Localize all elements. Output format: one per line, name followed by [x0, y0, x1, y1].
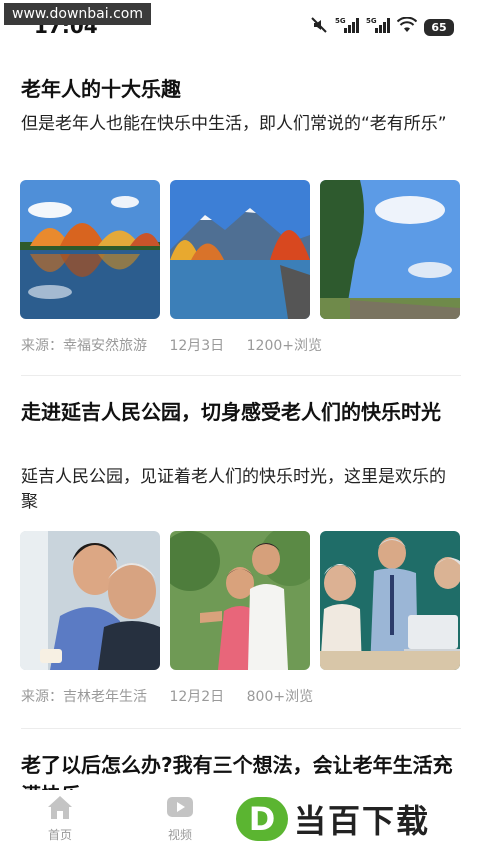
site-watermark: www.downbai.com [4, 3, 151, 25]
wifi-icon [396, 16, 418, 37]
article-summary: 但是老年人也能在快乐中生活，即人们常说的“老有所乐” [21, 114, 447, 134]
tab-video-label: 视频 [167, 828, 192, 842]
elderly-couple-smiling-photo[interactable] [20, 531, 160, 670]
video-icon [165, 797, 195, 824]
article-views: 800+浏览 [246, 689, 314, 705]
article-source: 来源：幸福安然旅游 [21, 338, 147, 354]
article-title[interactable]: 走进延吉人民公园，切身感受老人们的快乐时光 [21, 397, 461, 427]
article-summary: 延吉人民公园，见证着老人们的快乐时光，这里是欢乐的聚 [21, 467, 446, 512]
article-meta: 来源：幸福安然旅游 12月3日 1200+浏览 [21, 336, 340, 356]
article-title[interactable]: 老年人的十大乐趣 [21, 74, 461, 104]
article-title[interactable]: 老了以后怎么办?我有三个想法，会让老年生活充满快乐 [21, 750, 461, 790]
tab-home-label: 首页 [47, 828, 72, 842]
svg-text:5G: 5G [366, 17, 377, 25]
article-thumbnails[interactable] [20, 180, 460, 319]
article-date: 12月3日 [169, 338, 225, 354]
brand-watermark-text: 当百下载 [294, 802, 431, 840]
battery-indicator: 65 [424, 18, 454, 36]
divider [21, 375, 461, 376]
article-date: 12月2日 [169, 689, 225, 705]
signal-5g-icon: 5G [335, 16, 359, 38]
brand-logo-icon: D [236, 797, 288, 841]
elderly-couple-outdoors-photo[interactable] [170, 531, 310, 670]
mute-icon [310, 16, 328, 38]
autumn-lake-reflection-photo[interactable] [20, 180, 160, 319]
elderly-laptop-class-photo[interactable] [320, 531, 460, 670]
home-icon [45, 796, 75, 824]
brand-watermark: D 当百下载 [236, 796, 430, 842]
mountain-lake-autumn-photo[interactable] [170, 180, 310, 319]
article-card[interactable]: 老了以后怎么办?我有三个想法，会让老年生活充满快乐 [0, 748, 480, 790]
park-trees-sky-photo[interactable] [320, 180, 460, 319]
article-views: 1200+浏览 [246, 338, 322, 354]
article-thumbnails[interactable] [20, 531, 460, 670]
article-card[interactable]: 老年人的十大乐趣 但是老年人也能在快乐中生活，即人们常说的“老有所乐” 来源：幸… [0, 72, 480, 372]
signal-5g-icon-2: 5G [366, 16, 390, 38]
tab-video[interactable]: 视频 [150, 794, 210, 843]
article-source: 来源：吉林老年生活 [21, 689, 147, 705]
status-icons: 5G 5G 65 [310, 16, 454, 38]
article-card[interactable]: 走进延吉人民公园，切身感受老人们的快乐时光 延吉人民公园，见证着老人们的快乐时光… [0, 395, 480, 715]
status-bar: 17:04 www.downbai.com 5G 5G 65 [0, 0, 480, 44]
article-meta: 来源：吉林老年生活 12月2日 800+浏览 [21, 687, 331, 707]
svg-text:5G: 5G [335, 17, 346, 25]
tab-home[interactable]: 首页 [30, 794, 90, 843]
divider [21, 728, 461, 729]
